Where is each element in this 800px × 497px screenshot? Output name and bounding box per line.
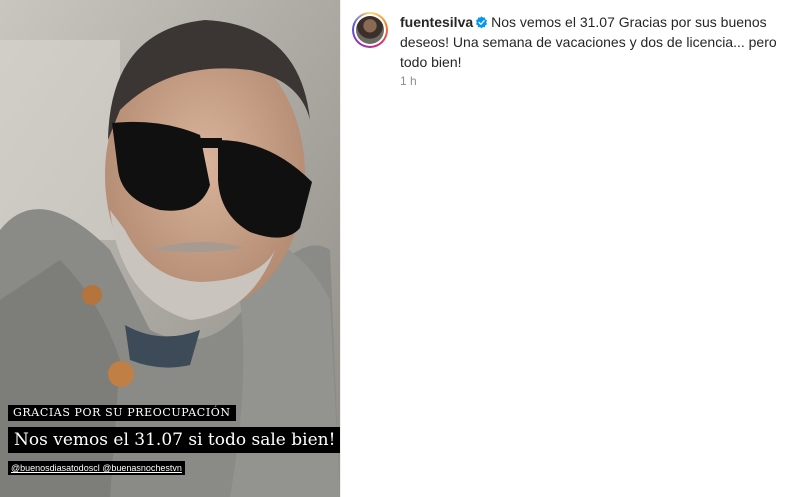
- story-overlay-title: GRACIAS POR SU PREOCUPACIÓN: [8, 405, 236, 421]
- story-overlay-mentions[interactable]: @buenosdiasatodoscl @buenasnochestvn: [8, 461, 185, 475]
- caption-text: fuentesilva Nos vemos el 31.07 Gracias po…: [400, 12, 792, 72]
- avatar-image: [356, 16, 384, 44]
- verified-badge-icon: [476, 16, 488, 29]
- post-photo: [0, 0, 340, 497]
- post-media[interactable]: GRACIAS POR SU PREOCUPACIÓN Nos vemos el…: [0, 0, 340, 497]
- avatar[interactable]: [352, 12, 388, 48]
- panel-divider: [340, 0, 341, 497]
- username-link[interactable]: fuentesilva: [400, 14, 473, 30]
- post-timestamp[interactable]: 1 h: [400, 74, 417, 88]
- story-overlay-text: Nos vemos el 31.07 si todo sale bien!: [8, 427, 340, 453]
